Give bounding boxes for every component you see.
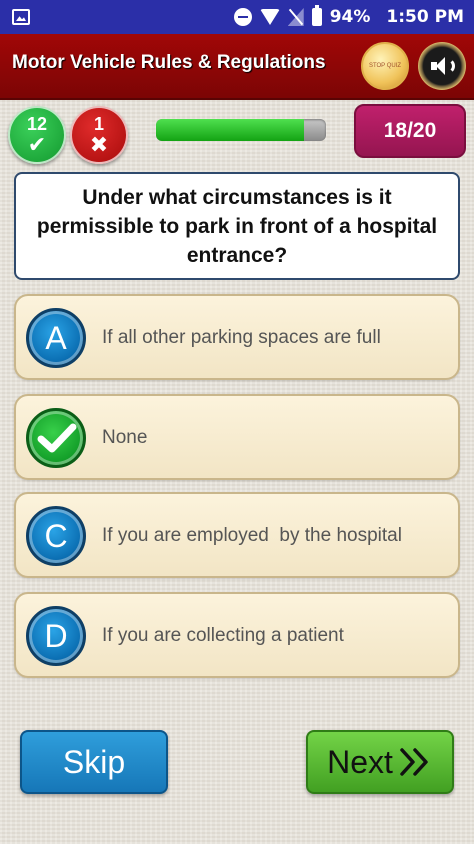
answer-option-c[interactable]: C If you are employed by the hospital <box>14 492 460 578</box>
quiz-progress-fill <box>156 119 304 141</box>
question-counter: 18/20 <box>354 104 466 158</box>
status-icons: 94% 1:50 PM <box>233 5 464 28</box>
wrong-score-badge: 1 ✖ <box>70 106 128 164</box>
option-a-letter-icon: A <box>26 308 86 368</box>
correct-count: 12 <box>26 114 48 134</box>
correct-score-badge: 12 ✔ <box>8 106 66 164</box>
answer-option-b[interactable]: None <box>14 394 460 480</box>
double-chevron-right-icon <box>400 748 428 776</box>
option-b-text: None <box>102 426 148 448</box>
wifi-icon <box>259 9 280 25</box>
correct-answer-check-icon <box>26 408 86 468</box>
question-counter-text: 18/20 <box>383 119 437 142</box>
image-notification-icon <box>12 9 30 25</box>
stop-quiz-button[interactable]: STOP QUIZ <box>361 42 409 90</box>
option-c-letter-icon: C <box>26 506 86 566</box>
question-text: Under what circumstances is it permissib… <box>36 185 438 267</box>
option-d-letter-icon: D <box>26 606 86 666</box>
answer-option-a[interactable]: A If all other parking spaces are full <box>14 294 460 380</box>
do-not-disturb-icon <box>233 8 252 26</box>
status-bar: 94% 1:50 PM <box>0 0 474 34</box>
next-button[interactable]: Next <box>306 730 454 794</box>
next-label: Next <box>327 743 393 780</box>
page-title: Motor Vehicle Rules & Regulations <box>12 52 326 73</box>
stop-quiz-label: STOP QUIZ <box>368 62 402 69</box>
app-header: Motor Vehicle Rules & Regulations STOP Q… <box>0 34 474 100</box>
sound-wave-icon <box>447 58 455 74</box>
clock: 1:50 PM <box>386 7 464 27</box>
quiz-progress-bar <box>156 119 326 141</box>
battery-icon <box>311 5 322 26</box>
skip-label: Skip <box>62 743 126 780</box>
option-c-text: If you are employed by the hospital <box>102 524 402 546</box>
wrong-count: 1 <box>93 114 104 134</box>
option-d-text: If you are collecting a patient <box>102 624 344 646</box>
checkmark-icon: ✔ <box>27 133 47 158</box>
cross-icon: ✖ <box>89 133 109 158</box>
skip-button[interactable]: Skip <box>20 730 168 794</box>
sound-toggle-button[interactable] <box>418 42 466 90</box>
battery-percent: 94% <box>329 7 371 27</box>
answer-option-d[interactable]: D If you are collecting a patient <box>14 592 460 678</box>
option-a-text: If all other parking spaces are full <box>102 326 381 348</box>
no-signal-icon <box>288 8 304 26</box>
question-card: Under what circumstances is it permissib… <box>14 172 460 280</box>
